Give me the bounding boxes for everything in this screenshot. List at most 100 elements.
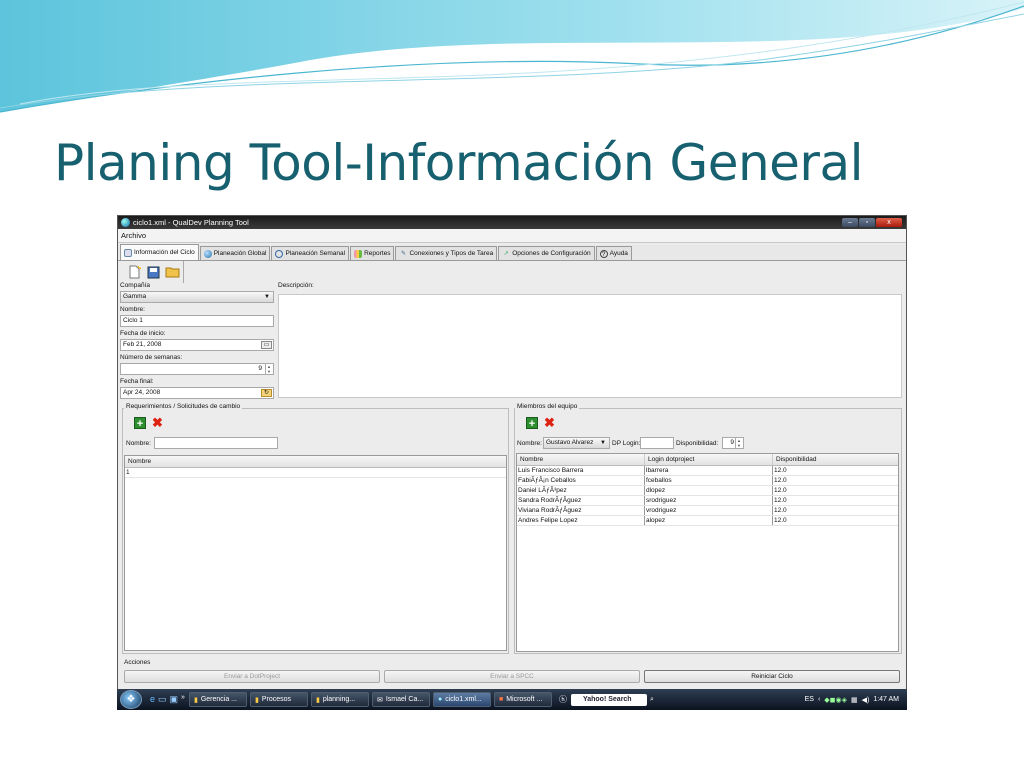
folder-icon: [165, 267, 179, 278]
nombre-input[interactable]: Ciclo 1: [120, 315, 274, 327]
desktop-icon[interactable]: ▭: [158, 694, 167, 705]
task-gerencia[interactable]: ▮ Gerencia ...: [188, 692, 247, 707]
tab-label: Información del Ciclo: [134, 249, 195, 256]
tray-chevron-icon[interactable]: ‹: [818, 696, 820, 703]
menu-bar: Archivo: [118, 229, 906, 243]
add-requerimiento-button[interactable]: +: [134, 417, 146, 430]
maximize-button[interactable]: ▫: [859, 218, 875, 227]
spinner-arrows-icon[interactable]: ▲ ▼: [735, 438, 742, 448]
column-header-disponibilidad[interactable]: Disponibilidad: [773, 454, 898, 465]
tab-planeacion-semanal[interactable]: Planeación Semanal: [271, 246, 350, 260]
pencil-icon: ✎: [400, 250, 406, 257]
enviar-spcc-button[interactable]: Enviar a SPCC: [384, 670, 640, 683]
app-window: ciclo1.xml - QualDev Planning Tool – ▫ x…: [117, 215, 907, 710]
tab-opciones-configuracion[interactable]: ↗ Opciones de Configuración: [498, 246, 595, 260]
fecha-inicio-value: Feb 21, 2008: [123, 341, 162, 348]
compania-select[interactable]: Gamma ▼: [120, 291, 274, 303]
hp-icon[interactable]: ⓗ: [559, 694, 567, 705]
semanas-value: 9: [258, 365, 262, 372]
descripcion-textarea[interactable]: [278, 294, 902, 398]
acciones-title: Acciones: [124, 659, 151, 666]
bar-chart-icon: [354, 249, 363, 258]
app-icon: [121, 218, 130, 227]
window-switch-icon[interactable]: ▣: [170, 694, 179, 705]
cell-disponibilidad: 12.0: [774, 477, 787, 484]
minimize-button[interactable]: –: [842, 218, 858, 227]
table-header: Nombre: [125, 456, 506, 468]
date-refresh-icon[interactable]: ↻: [261, 389, 272, 397]
req-nombre-label: Nombre:: [126, 440, 151, 447]
close-button[interactable]: x: [876, 218, 902, 227]
chevron-down-icon: ▼: [600, 440, 606, 446]
table-row[interactable]: 1: [125, 468, 506, 478]
quick-launch: e ▭ ▣ »: [150, 694, 185, 705]
ie-icon[interactable]: e: [150, 694, 155, 705]
task-planning[interactable]: ▮ planning...: [310, 692, 369, 707]
week-icon: [275, 249, 284, 258]
descripcion-label: Descripción:: [278, 282, 314, 289]
add-miembro-button[interactable]: +: [526, 417, 538, 430]
fecha-inicio-label: Fecha de inicio:: [120, 330, 166, 337]
table-row[interactable]: Viviana RodrÃƒÂ­guez vrodriguez 12.0: [517, 506, 898, 516]
start-button[interactable]: ❖: [120, 690, 142, 709]
cell-nombre: FabiÃƒÂ¡n Ceballos: [517, 476, 645, 485]
calendar-icon: [124, 248, 132, 257]
chevron-right-icon[interactable]: »: [181, 694, 185, 705]
task-procesos[interactable]: ▮ Procesos: [249, 692, 308, 707]
language-indicator[interactable]: ES: [805, 696, 814, 703]
save-icon: [147, 266, 159, 278]
table-row[interactable]: Luis Francisco Barrera lbarrera 12.0: [517, 466, 898, 476]
delete-miembro-button[interactable]: ✖: [544, 416, 555, 429]
semanas-spinner[interactable]: 9 ▲ ▼: [120, 363, 274, 375]
enviar-dotproject-button[interactable]: Enviar a DotProject: [124, 670, 380, 683]
delete-requerimiento-button[interactable]: ✖: [152, 416, 163, 429]
open-folder-button[interactable]: [164, 264, 180, 280]
tab-label: Reportes: [364, 250, 391, 257]
disponibilidad-spinner[interactable]: 9 ▲ ▼: [722, 437, 744, 449]
tray-apps-icon[interactable]: ◆◼◉◈: [824, 696, 847, 704]
tab-ayuda[interactable]: ? Ayuda: [595, 246, 632, 260]
table-row[interactable]: Andres Felipe Lopez alopez 12.0: [517, 516, 898, 526]
task-label: Procesos: [261, 696, 291, 703]
volume-icon[interactable]: ◀): [862, 696, 870, 704]
spinner-arrows-icon[interactable]: ▲ ▼: [265, 364, 272, 374]
save-button[interactable]: [145, 264, 161, 280]
table-row[interactable]: FabiÃƒÂ¡n Ceballos fceballos 12.0: [517, 476, 898, 486]
tab-planeacion-global[interactable]: Planeación Global: [199, 246, 271, 260]
column-header-nombre[interactable]: Nombre: [125, 456, 506, 467]
window-title: ciclo1.xml - QualDev Planning Tool: [133, 218, 249, 227]
column-header-nombre[interactable]: Nombre: [517, 454, 645, 465]
tab-label: Opciones de Configuración: [512, 250, 591, 257]
fecha-inicio-input[interactable]: Feb 21, 2008 ▭: [120, 339, 274, 351]
task-ismael[interactable]: ✉ Ismael Ca...: [371, 692, 430, 707]
slide-title: Planing Tool-Información General: [54, 134, 864, 192]
fecha-final-label: Fecha final:: [120, 378, 154, 385]
tab-reportes[interactable]: Reportes: [350, 246, 395, 260]
network-icon[interactable]: ▦: [851, 696, 858, 704]
search-icon[interactable]: ⌕: [650, 696, 654, 704]
cell-disponibilidad: 12.0: [774, 467, 787, 474]
cell-login: alopez: [645, 516, 773, 525]
task-ciclo1[interactable]: ● ciclo1.xml...: [432, 692, 491, 707]
task-microsoft[interactable]: ■ Microsoft ...: [493, 692, 552, 707]
calendar-picker-icon[interactable]: ▭: [261, 341, 272, 349]
fecha-final-input[interactable]: Apr 24, 2008 ↻: [120, 387, 274, 399]
compania-value: Gamma: [123, 293, 147, 300]
clock[interactable]: 1:47 AM: [873, 696, 899, 703]
dp-login-input[interactable]: [640, 437, 674, 449]
miembro-nombre-select[interactable]: Gustavo Alvarez ▼: [543, 437, 610, 449]
cell-nombre: Andres Felipe Lopez: [517, 516, 645, 525]
req-nombre-input[interactable]: [154, 437, 278, 449]
menu-archivo[interactable]: Archivo: [121, 231, 146, 240]
task-label: Gerencia ...: [200, 696, 237, 703]
reiniciar-ciclo-button[interactable]: Reiniciar Ciclo: [644, 670, 900, 683]
column-header-login[interactable]: Login dotproject: [645, 454, 773, 465]
tab-conexiones[interactable]: ✎ Conexiones y Tipos de Tarea: [395, 246, 498, 260]
cell-disponibilidad: 12.0: [774, 487, 787, 494]
table-row[interactable]: Sandra RodrÃƒÂ­guez srodriguez 12.0: [517, 496, 898, 506]
new-file-button[interactable]: [126, 264, 142, 280]
table-row[interactable]: Daniel LÃƒÂ³pez dlopez 12.0: [517, 486, 898, 496]
tab-label: Ayuda: [609, 250, 628, 257]
tab-informacion-ciclo[interactable]: Información del Ciclo: [120, 244, 199, 260]
yahoo-search-input[interactable]: Yahoo! Search: [570, 693, 647, 706]
